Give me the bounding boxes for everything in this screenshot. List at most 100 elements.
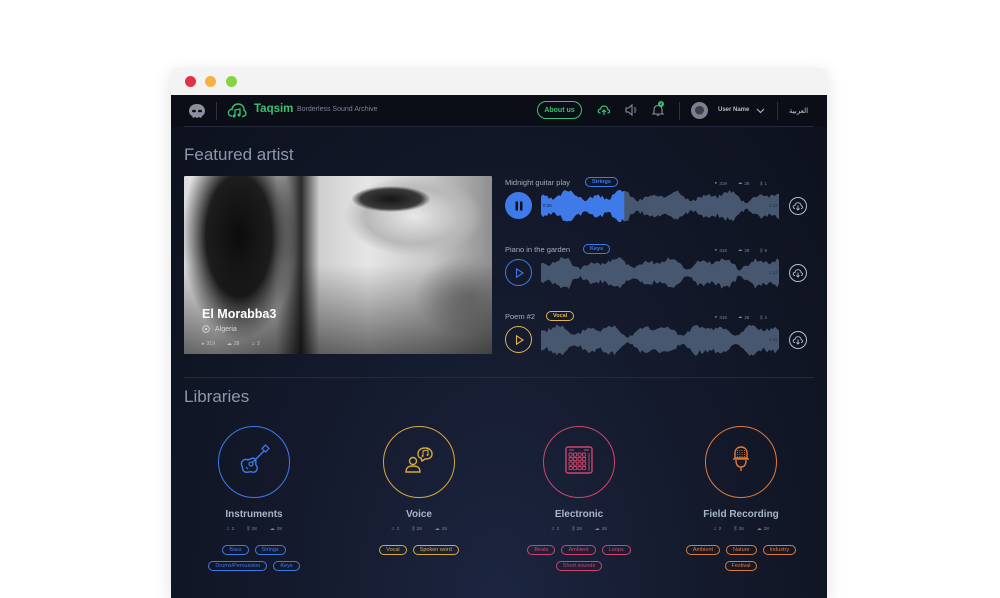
tracks-count: 2: [257, 341, 260, 347]
library-tag[interactable]: Industry: [762, 545, 797, 555]
track-tag[interactable]: Keys: [583, 244, 611, 254]
level-count: 28: [251, 526, 257, 532]
duration: 1:12: [769, 203, 778, 208]
library-name[interactable]: Voice: [339, 509, 499, 520]
track-title[interactable]: Piano in the garden: [505, 245, 570, 254]
library-tag[interactable]: Spoken word: [412, 545, 459, 555]
guitar-icon: [234, 440, 274, 485]
track-title[interactable]: Poem #2: [505, 312, 535, 321]
downloads-stat: ☁ 28: [738, 247, 750, 253]
divider: [679, 102, 680, 120]
library-tag[interactable]: Ambient: [561, 545, 596, 555]
library-tag[interactable]: Bass: [222, 545, 249, 555]
cloud-download-icon: ☁: [594, 526, 600, 532]
play-button[interactable]: [505, 259, 532, 286]
downloads-stat: ☁ 28: [757, 526, 769, 532]
library-tag[interactable]: Beats: [527, 545, 556, 555]
mask-icon[interactable]: [189, 104, 205, 118]
tracks-count: 2: [231, 526, 235, 532]
close-window-button[interactable]: [185, 76, 196, 87]
download-button[interactable]: [789, 264, 807, 282]
level-stat: ⫼ 28: [412, 526, 422, 533]
tracks-stat: ♫ 2: [551, 526, 559, 532]
library-tag[interactable]: Vocal: [379, 545, 407, 555]
library-card[interactable]: Instruments ♫ 2 ⫼ 28 ☁ 28 Bass Strings Drums/…: [174, 426, 334, 571]
location-pin-icon: [202, 325, 210, 333]
library-icon-circle[interactable]: [543, 426, 615, 498]
minimize-window-button[interactable]: [205, 76, 216, 87]
browser-window: Taqsim Borderless Sound Archive About us…: [171, 68, 827, 598]
downloads-stat: ☁ 28: [435, 526, 447, 532]
plays-stat: ▸ 319: [202, 341, 215, 347]
play-button[interactable]: [505, 326, 532, 353]
library-tag[interactable]: Festival: [724, 561, 758, 571]
track-title[interactable]: Midnight guitar play: [505, 178, 570, 187]
drum-pad-icon: [559, 440, 599, 485]
library-name[interactable]: Instruments: [174, 509, 334, 520]
library-tag[interactable]: Strings: [254, 545, 286, 555]
download-button[interactable]: [789, 197, 807, 215]
library-tag[interactable]: Drums/Percussion: [208, 561, 268, 571]
track-row: Piano in the garden Keys ▸ 319 ☁ 28 ⫼ 5 1:1…: [505, 244, 815, 305]
featured-artist-card[interactable]: El Morabba3 Algeria ▸ 319 ☁ 28 ♫ 2: [184, 176, 492, 354]
library-name[interactable]: Electronic: [499, 509, 659, 520]
downloads-count: 28: [744, 314, 750, 320]
track-tag[interactable]: Strings: [585, 177, 618, 187]
library-name[interactable]: Field Recording: [661, 509, 821, 520]
waveform: [541, 257, 779, 289]
app: Taqsim Borderless Sound Archive About us…: [171, 95, 827, 598]
tracks-stat: ♫ 2: [391, 526, 399, 532]
library-tag[interactable]: Loops: [601, 545, 631, 555]
library-stats: ♫ 2 ⫼ 28 ☁ 28: [174, 526, 334, 533]
brand-name[interactable]: Taqsim: [254, 103, 293, 115]
pause-button[interactable]: [505, 192, 532, 219]
library-card[interactable]: Electronic ♫ 2 ⫼ 28 ☁ 28 Beats Ambient Loops S…: [499, 426, 659, 571]
libraries-title: Libraries: [184, 387, 250, 406]
downloads-stat: ☁ 28: [738, 180, 750, 186]
user-name[interactable]: User Name: [718, 107, 749, 113]
cloud-download-icon: ☁: [434, 526, 440, 532]
music-note-cloud-icon[interactable]: [227, 101, 247, 121]
downloads-count: 28: [233, 341, 240, 347]
level-stat: ⫼ 28: [572, 526, 582, 533]
track-tag[interactable]: Vocal: [546, 311, 575, 321]
speaker-icon[interactable]: [624, 103, 638, 117]
avatar[interactable]: [691, 102, 708, 119]
artist-name[interactable]: El Morabba3: [202, 307, 276, 321]
bars-icon: ⫼: [760, 247, 763, 253]
download-button[interactable]: [789, 331, 807, 349]
level-count: 5: [764, 247, 767, 253]
language-switch[interactable]: العربية: [789, 107, 808, 115]
cloud-download-icon: ☁: [737, 314, 743, 319]
waveform-seekbar[interactable]: [541, 189, 779, 224]
level-stat: ⫼ 5: [760, 247, 767, 253]
library-tag[interactable]: Nature: [726, 545, 757, 555]
library-tag[interactable]: Short sounds: [555, 561, 603, 571]
cloud-upload-icon[interactable]: [597, 103, 611, 117]
tracks-count: 2: [718, 526, 722, 532]
level-stat: ⫼ 28: [247, 526, 257, 533]
waveform-seekbar[interactable]: [541, 257, 779, 289]
elapsed-time: 0:26: [543, 203, 552, 208]
library-card[interactable]: Voice ♫ 2 ⫼ 28 ☁ 28 Vocal Spoken word: [339, 426, 499, 555]
plays-count: 319: [719, 180, 727, 186]
downloads-count: 28: [276, 526, 282, 532]
track-stats: ▸ 319 ☁ 28 ⫼ 2: [715, 314, 767, 320]
library-stats: ♫ 2 ⫼ 28 ☁ 28: [339, 526, 499, 533]
chevron-down-icon[interactable]: [756, 106, 765, 115]
track-stats: ▸ 319 ☁ 28 ⫼ 5: [715, 247, 767, 253]
downloads-stat: ☁ 28: [738, 314, 750, 320]
bars-icon: ⫼: [247, 527, 250, 532]
library-card[interactable]: Field Recording ♫ 2 ⫼ 28 ☁ 28 Ambient Nature…: [661, 426, 821, 571]
about-us-button[interactable]: About us: [537, 101, 582, 119]
library-icon-circle[interactable]: [218, 426, 290, 498]
maximize-window-button[interactable]: [226, 76, 237, 87]
divider: [184, 126, 814, 127]
waveform-seekbar[interactable]: [541, 324, 779, 356]
music-note-icon: ♫: [251, 341, 256, 347]
library-tag[interactable]: Keys: [273, 561, 300, 571]
library-icon-circle[interactable]: [383, 426, 455, 498]
track-stats: ▸ 319 ☁ 28 ⫼ 1: [715, 180, 767, 186]
library-icon-circle[interactable]: [705, 426, 777, 498]
library-tag[interactable]: Ambient: [685, 545, 721, 555]
